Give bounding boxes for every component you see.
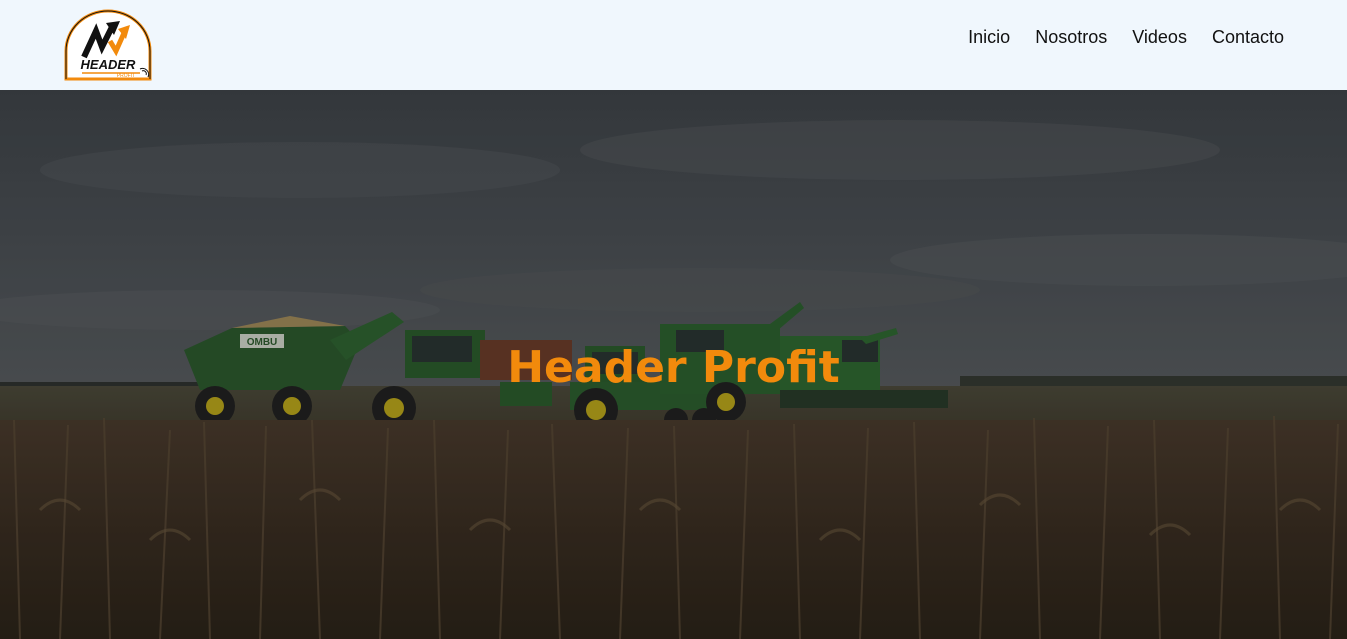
nav-link-contacto[interactable]: Contacto: [1212, 26, 1284, 48]
top-navbar: HEADER PROFIT Inicio Nosotros Videos Con…: [0, 0, 1347, 90]
svg-text:HEADER: HEADER: [81, 57, 137, 72]
main-nav: Inicio Nosotros Videos Contacto: [968, 26, 1284, 48]
hero-banner: OMBU Header Profit: [0, 90, 1347, 639]
nav-link-nosotros[interactable]: Nosotros: [1035, 26, 1107, 48]
svg-text:PROFIT: PROFIT: [117, 73, 135, 79]
nav-link-videos[interactable]: Videos: [1132, 26, 1187, 48]
hero-title: Header Profit: [507, 342, 840, 393]
header-profit-logo[interactable]: HEADER PROFIT: [62, 9, 154, 81]
nav-link-inicio[interactable]: Inicio: [968, 26, 1010, 48]
logo-emblem-icon: HEADER PROFIT: [64, 9, 152, 81]
